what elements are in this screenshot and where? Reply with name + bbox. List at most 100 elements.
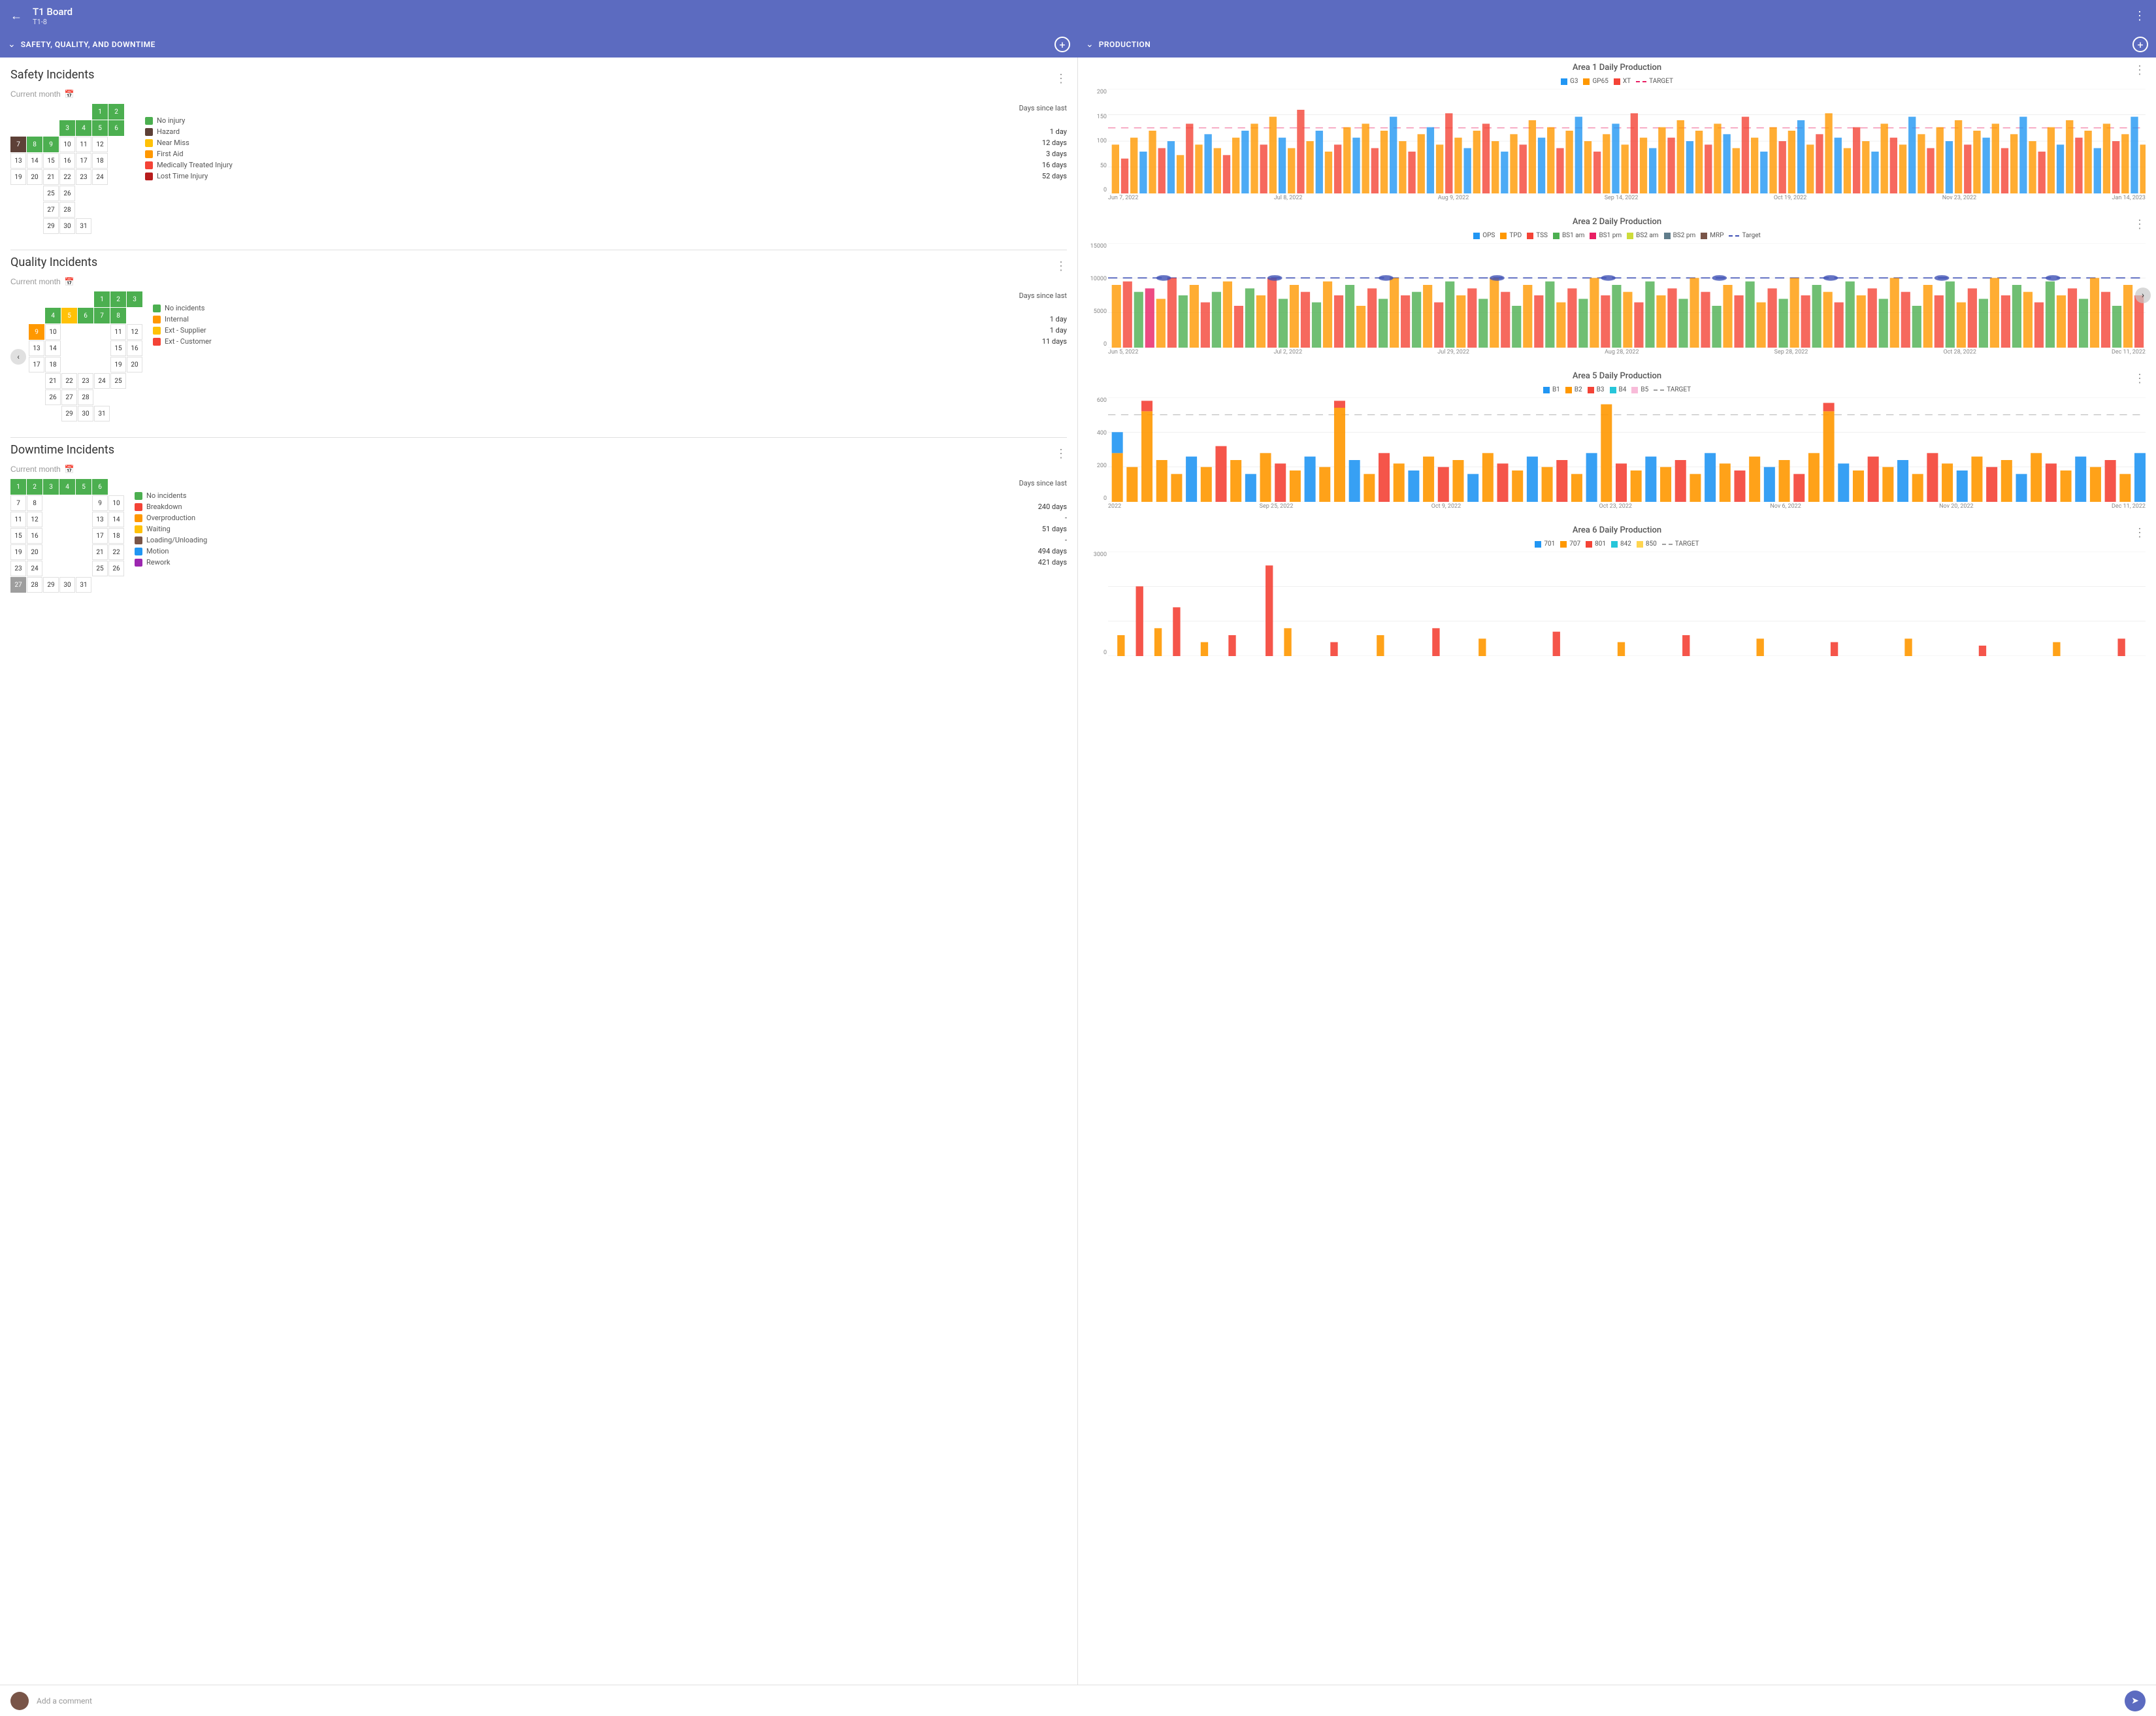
cal-day[interactable]: 18 bbox=[108, 528, 124, 544]
cal-day[interactable]: 15 bbox=[10, 528, 26, 544]
cal-day[interactable]: 7 bbox=[94, 308, 110, 323]
cal-day[interactable]: 12 bbox=[27, 512, 42, 527]
cal-day[interactable]: 21 bbox=[45, 373, 61, 389]
cal-day[interactable]: 20 bbox=[27, 169, 42, 185]
cal-day[interactable]: 11 bbox=[110, 324, 126, 340]
back-button[interactable]: ← bbox=[10, 9, 22, 23]
cal-day[interactable]: 12 bbox=[92, 137, 108, 152]
cal-day[interactable]: 11 bbox=[10, 512, 26, 527]
cal-day[interactable]: 14 bbox=[108, 512, 124, 527]
cal-day[interactable]: 5 bbox=[92, 120, 108, 136]
cal-day[interactable]: 25 bbox=[110, 373, 126, 389]
cal-day[interactable]: 7 bbox=[10, 137, 26, 152]
cal-day[interactable]: 1 bbox=[10, 479, 26, 495]
area2-menu-icon[interactable]: ⋮ bbox=[1969, 218, 2146, 231]
cal-day[interactable]: 6 bbox=[78, 308, 93, 323]
cal-day[interactable]: 18 bbox=[92, 153, 108, 169]
cal-day[interactable]: 24 bbox=[94, 373, 110, 389]
cal-day[interactable]: 27 bbox=[10, 577, 26, 593]
cal-day[interactable]: 30 bbox=[59, 577, 75, 593]
cal-day[interactable]: 29 bbox=[43, 218, 59, 234]
cal-day[interactable]: 4 bbox=[45, 308, 61, 323]
cal-day[interactable]: 3 bbox=[43, 479, 59, 495]
cal-day[interactable]: 29 bbox=[61, 406, 77, 421]
cal-day[interactable]: 26 bbox=[108, 561, 124, 576]
quality-prev-button[interactable]: ‹ bbox=[10, 291, 26, 421]
cal-day[interactable]: 16 bbox=[127, 340, 142, 356]
cal-day[interactable]: 12 bbox=[127, 324, 142, 340]
cal-day[interactable]: 26 bbox=[45, 389, 61, 405]
cal-day[interactable]: 25 bbox=[43, 186, 59, 201]
cal-day[interactable]: 1 bbox=[92, 104, 108, 120]
cal-day[interactable]: 4 bbox=[76, 120, 91, 136]
quality-month-button[interactable]: Current month 📅 bbox=[10, 277, 74, 286]
cal-day[interactable]: 30 bbox=[78, 406, 93, 421]
cal-day[interactable]: 20 bbox=[127, 357, 142, 372]
cal-day[interactable]: 22 bbox=[61, 373, 77, 389]
area1-menu-icon[interactable]: ⋮ bbox=[1969, 63, 2146, 77]
cal-day[interactable]: 5 bbox=[76, 479, 91, 495]
safety-month-button[interactable]: Current month 📅 bbox=[10, 90, 74, 99]
cal-day[interactable]: 21 bbox=[43, 169, 59, 185]
downtime-month-button[interactable]: Current month 📅 bbox=[10, 465, 74, 474]
cal-day[interactable]: 16 bbox=[59, 153, 75, 169]
cal-day[interactable]: 13 bbox=[10, 153, 26, 169]
add-comment-button[interactable]: Add a comment bbox=[37, 1696, 92, 1706]
cal-day[interactable]: 30 bbox=[59, 218, 75, 234]
cal-day[interactable]: 23 bbox=[10, 561, 26, 576]
cal-day[interactable]: 7 bbox=[10, 495, 26, 511]
cal-day[interactable]: 2 bbox=[108, 104, 124, 120]
cal-day[interactable]: 28 bbox=[78, 389, 93, 405]
area6-menu-icon[interactable]: ⋮ bbox=[1969, 526, 2146, 540]
cal-day[interactable]: 13 bbox=[29, 340, 44, 356]
cal-day[interactable]: 9 bbox=[43, 137, 59, 152]
cal-day[interactable]: 15 bbox=[43, 153, 59, 169]
area2-next-button[interactable]: › bbox=[2135, 288, 2151, 303]
cal-day[interactable]: 17 bbox=[76, 153, 91, 169]
cal-day[interactable]: 10 bbox=[45, 324, 61, 340]
cal-day[interactable]: 22 bbox=[59, 169, 75, 185]
cal-day[interactable]: 27 bbox=[61, 389, 77, 405]
cal-day[interactable]: 3 bbox=[127, 291, 142, 307]
cal-day[interactable]: 14 bbox=[27, 153, 42, 169]
cal-day[interactable]: 8 bbox=[27, 137, 42, 152]
cal-day[interactable]: 23 bbox=[76, 169, 91, 185]
area5-menu-icon[interactable]: ⋮ bbox=[1969, 372, 2146, 386]
cal-day[interactable]: 20 bbox=[27, 544, 42, 560]
cal-day[interactable]: 31 bbox=[94, 406, 110, 421]
cal-day[interactable]: 9 bbox=[92, 495, 108, 511]
cal-day[interactable]: 28 bbox=[27, 577, 42, 593]
cal-day[interactable]: 25 bbox=[92, 561, 108, 576]
cal-day[interactable]: 18 bbox=[45, 357, 61, 372]
downtime-menu-icon[interactable]: ⋮ bbox=[1055, 447, 1067, 461]
cal-day[interactable]: 14 bbox=[45, 340, 61, 356]
menu-icon[interactable]: ⋮ bbox=[2134, 9, 2146, 23]
safety-menu-icon[interactable]: ⋮ bbox=[1055, 72, 1067, 86]
cal-day[interactable]: 10 bbox=[108, 495, 124, 511]
cal-day[interactable]: 19 bbox=[110, 357, 126, 372]
cal-day[interactable]: 1 bbox=[94, 291, 110, 307]
cal-day[interactable]: 4 bbox=[59, 479, 75, 495]
quality-menu-icon[interactable]: ⋮ bbox=[1055, 259, 1067, 273]
cal-day[interactable]: 21 bbox=[92, 544, 108, 560]
cal-day[interactable]: 24 bbox=[27, 561, 42, 576]
cal-day[interactable]: 3 bbox=[59, 120, 75, 136]
cal-day[interactable]: 26 bbox=[59, 186, 75, 201]
cal-day[interactable]: 5 bbox=[61, 308, 77, 323]
cal-day[interactable]: 19 bbox=[10, 544, 26, 560]
cal-day[interactable]: 15 bbox=[110, 340, 126, 356]
cal-day[interactable]: 10 bbox=[59, 137, 75, 152]
cal-day[interactable]: 31 bbox=[76, 218, 91, 234]
cal-day[interactable]: 8 bbox=[110, 308, 126, 323]
add-left-button[interactable]: + bbox=[1054, 37, 1070, 52]
cal-day[interactable]: 16 bbox=[27, 528, 42, 544]
cal-day[interactable]: 17 bbox=[92, 528, 108, 544]
cal-day[interactable]: 2 bbox=[110, 291, 126, 307]
cal-day[interactable]: 27 bbox=[43, 202, 59, 218]
cal-day[interactable]: 17 bbox=[29, 357, 44, 372]
cal-day[interactable]: 11 bbox=[76, 137, 91, 152]
send-button[interactable]: ➤ bbox=[2125, 1691, 2146, 1711]
cal-day[interactable]: 31 bbox=[76, 577, 91, 593]
cal-day[interactable]: 13 bbox=[92, 512, 108, 527]
cal-day[interactable]: 9 bbox=[29, 324, 44, 340]
